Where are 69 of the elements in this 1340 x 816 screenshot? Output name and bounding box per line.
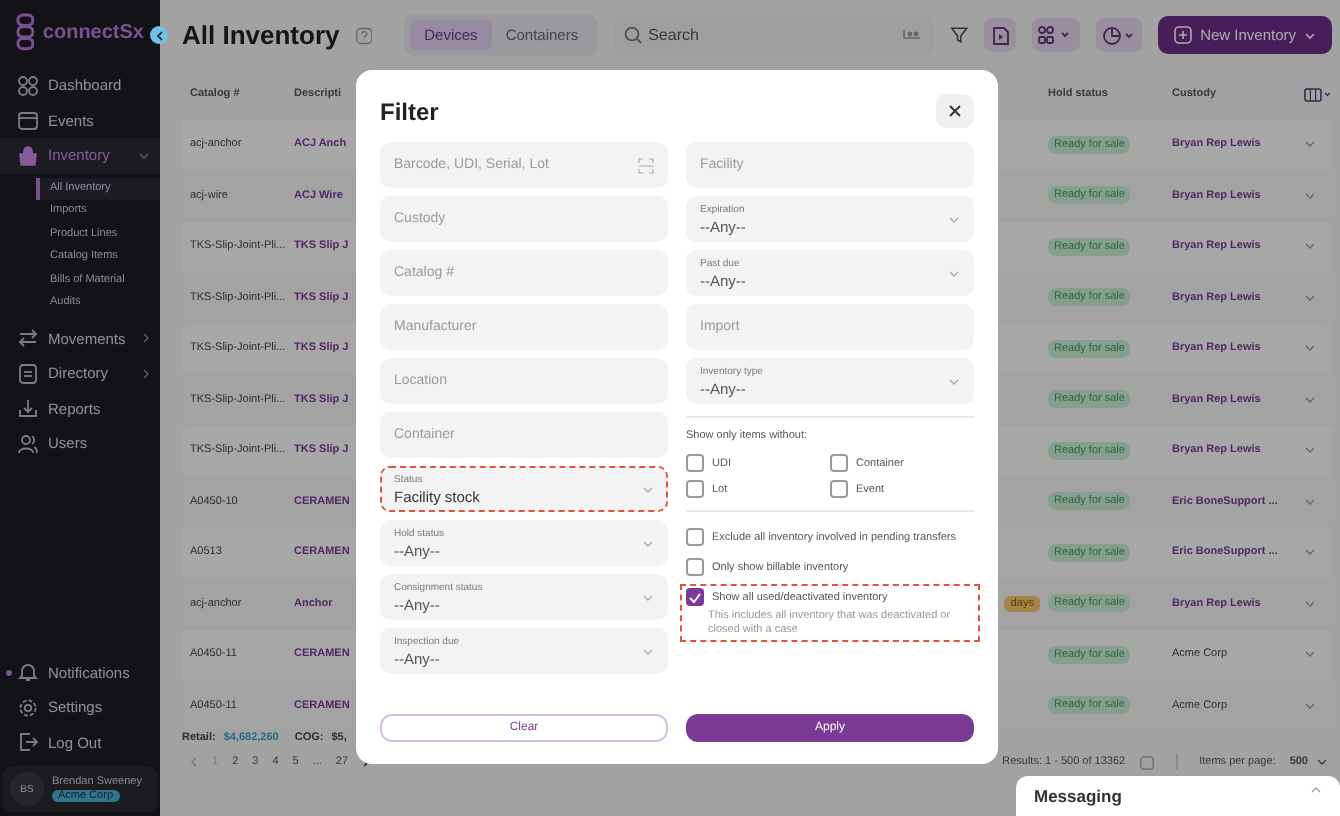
- grid-icon: [1038, 26, 1073, 44]
- pie-chart-icon: [1101, 25, 1136, 45]
- caret-icon: [948, 215, 960, 223]
- chevron-left-icon: [155, 29, 163, 41]
- caret-icon: [948, 377, 960, 385]
- expand-row-icon[interactable]: [1304, 293, 1316, 301]
- logo-icon: [16, 12, 35, 52]
- plus-icon: [1174, 26, 1193, 44]
- expand-row-icon[interactable]: [1304, 650, 1316, 658]
- checkbox[interactable]: [686, 454, 704, 472]
- bell-icon: [18, 662, 38, 683]
- export-button[interactable]: [984, 18, 1017, 52]
- help-icon[interactable]: [355, 25, 373, 45]
- checkbox[interactable]: [686, 588, 704, 606]
- caret-icon: [1316, 758, 1328, 766]
- nav-icon: [18, 110, 38, 131]
- layout-menu-button[interactable]: [1032, 18, 1080, 52]
- settings-icon: [18, 697, 38, 718]
- text-format-icon[interactable]: [902, 28, 923, 42]
- nav-icon: [18, 145, 38, 166]
- caret-icon: [642, 539, 654, 547]
- help-icon[interactable]: [1139, 755, 1154, 769]
- expand-row-icon[interactable]: [1304, 599, 1316, 607]
- expand-row-icon[interactable]: [1304, 140, 1316, 148]
- chevron-up-icon[interactable]: [1310, 786, 1322, 794]
- nav-icon: [18, 433, 38, 454]
- caret-icon: [642, 647, 654, 655]
- page-title: All Inventory: [182, 20, 340, 50]
- panel-title: Messaging: [1034, 786, 1122, 806]
- search-icon: [624, 26, 643, 44]
- expand-row-icon[interactable]: [1304, 191, 1316, 199]
- chevron-right-icon[interactable]: [142, 367, 150, 380]
- document-icon: [991, 25, 1010, 45]
- nav-icon: [18, 75, 38, 96]
- filter-icon[interactable]: [950, 24, 969, 46]
- expand-row-icon[interactable]: [1304, 242, 1316, 250]
- logout-icon: [18, 732, 38, 753]
- search-field[interactable]: Search: [614, 15, 935, 55]
- expand-row-icon[interactable]: [1304, 395, 1316, 403]
- scan-icon[interactable]: [638, 157, 654, 173]
- nav-icon: [18, 328, 38, 349]
- expand-row-icon[interactable]: [1304, 701, 1316, 709]
- caret-icon: [642, 593, 654, 601]
- chevron-down-icon[interactable]: [138, 151, 150, 160]
- chart-menu-button[interactable]: [1095, 18, 1143, 52]
- nav-icon: [18, 363, 38, 384]
- brand-name: connectSx: [42, 21, 144, 43]
- messaging-panel[interactable]: Messaging: [1016, 776, 1340, 816]
- expand-row-icon[interactable]: [1304, 548, 1316, 556]
- dialog-title: Filter: [380, 97, 439, 125]
- previous-page-icon[interactable]: [190, 756, 198, 768]
- checkbox[interactable]: [686, 528, 704, 546]
- caret-icon: [642, 485, 654, 493]
- checkbox[interactable]: [686, 480, 704, 498]
- checkbox[interactable]: [830, 480, 848, 498]
- close-icon: [948, 104, 962, 118]
- collapse-sidebar-button[interactable]: [150, 26, 168, 44]
- expand-row-icon[interactable]: [1304, 344, 1316, 352]
- caret-icon: [1304, 31, 1317, 39]
- check-icon: [688, 591, 702, 603]
- close-button[interactable]: [936, 94, 974, 128]
- checkbox[interactable]: [686, 558, 704, 576]
- expand-row-icon[interactable]: [1304, 446, 1316, 454]
- caret-icon: [948, 269, 960, 277]
- chevron-right-icon[interactable]: [142, 332, 150, 345]
- checkbox[interactable]: [830, 454, 848, 472]
- nav-icon: [18, 398, 38, 419]
- columns-icon[interactable]: [1304, 87, 1332, 101]
- expand-row-icon[interactable]: [1304, 497, 1316, 505]
